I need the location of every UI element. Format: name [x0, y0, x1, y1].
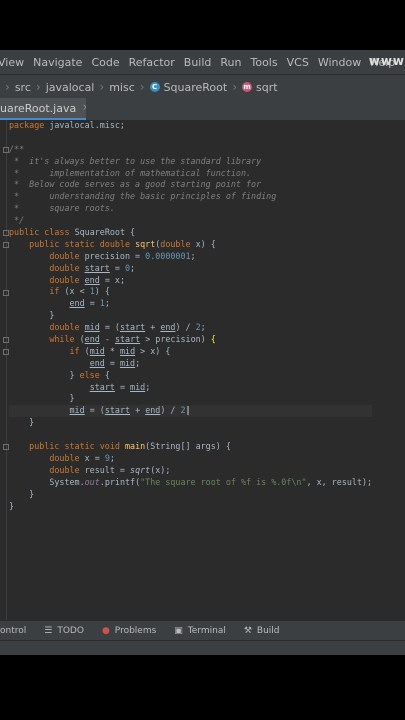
menu-run[interactable]: Run [220, 56, 241, 69]
status-bar [0, 640, 405, 655]
editor-tab-bar: uareRoot.java × [0, 98, 405, 121]
code-line: end = 1; [69, 298, 110, 309]
breadcrumb-misc[interactable]: misc [109, 81, 135, 94]
terminal-label: Terminal [187, 626, 226, 636]
code-editor[interactable]: package javalocal.misc; /** * it's alway… [0, 120, 405, 620]
code-line: * understanding the basic principles of … [9, 191, 277, 202]
terminal-tab[interactable]: ▣ Terminal [174, 626, 226, 636]
chevron-right-icon: › [5, 80, 10, 94]
code-line: if (x < 1) { [49, 286, 110, 297]
code-line: } else { [9, 369, 110, 380]
code-line: double start = 0; [49, 262, 136, 273]
code-line: * implementation of mathematical functio… [9, 167, 252, 178]
code-line: * it's always better to use the standard… [9, 155, 262, 166]
todo-tab[interactable]: ☰ TODO [44, 626, 84, 636]
code-line: /** [9, 143, 25, 154]
menu-bar: View Navigate Code Refactor Build Run To… [0, 50, 405, 74]
code-line: end = mid; [89, 357, 141, 368]
code-line: double result = sqrt(x); [49, 464, 171, 475]
code-line: } [9, 488, 35, 499]
code-line: if (mid * mid > x) { [69, 345, 171, 356]
problems-label: Problems [114, 626, 157, 636]
code-line: } [9, 393, 75, 404]
code-line: double x = 9; [49, 452, 115, 463]
code-line: } [9, 500, 15, 511]
version-control-label: ontrol [0, 626, 27, 636]
gutter [6, 120, 7, 620]
menu-navigate[interactable]: Navigate [33, 56, 82, 69]
breadcrumb-javalocal[interactable]: javalocal [46, 81, 95, 94]
method-icon: m [242, 82, 253, 92]
code-line: * square roots. [9, 203, 115, 214]
code-lines: package javalocal.misc; /** * it's alway… [9, 120, 373, 512]
tab-label: uareRoot.java [0, 101, 77, 115]
breadcrumb-sqrt[interactable]: sqrt [256, 81, 278, 94]
code-line: public static void main(String[] args) { [29, 441, 231, 452]
code-line: package javalocal.misc; [9, 120, 125, 130]
code-line-current: mid = (start + end) / 2| [9, 405, 373, 418]
build-tab[interactable]: ⚒ Build [244, 626, 280, 636]
menu-view[interactable]: View [0, 56, 24, 69]
code-line: public static double sqrt(double x) { [29, 238, 216, 249]
list-icon: ☰ [44, 626, 53, 636]
error-icon: ● [101, 626, 110, 636]
code-line: */ [9, 215, 25, 226]
chevron-right-icon: › [139, 80, 145, 94]
problems-tab[interactable]: ● Problems [102, 626, 156, 636]
code-line: double mid = (start + end) / 2; [49, 322, 206, 333]
menu-vcs[interactable]: VCS [287, 56, 309, 69]
menu-build[interactable]: Build [184, 56, 212, 69]
code-line: } [9, 310, 55, 321]
chevron-right-icon: › [99, 80, 105, 94]
tab-squareroot-java[interactable]: uareRoot.java × [0, 98, 86, 120]
code-line: System.out.printf("The square root of %f… [9, 476, 373, 487]
menu-window[interactable]: Window [318, 56, 361, 69]
tool-window-bar: ontrol ☰ TODO ● Problems ▣ Terminal ⚒ Build [0, 620, 405, 641]
code-line: double end = x; [49, 274, 125, 285]
code-line: * Below code serves as a good starting p… [9, 179, 262, 190]
code-line: public class SquareRoot { [9, 227, 136, 238]
version-control-tab[interactable]: ontrol [0, 626, 26, 636]
build-label: Build [256, 626, 280, 636]
menu-refactor[interactable]: Refactor [129, 56, 175, 69]
class-icon: C [149, 82, 160, 92]
menu-code[interactable]: Code [91, 56, 119, 69]
code-line: } [9, 417, 35, 428]
terminal-icon: ▣ [174, 626, 183, 636]
breadcrumb: › src › javalocal › misc › C SquareRoot … [0, 74, 405, 99]
code-line: start = mid; [89, 381, 151, 392]
breadcrumb-src[interactable]: src [15, 81, 31, 94]
todo-label: TODO [57, 626, 84, 636]
code-line: while (end - start > precision) { [49, 334, 216, 345]
chevron-right-icon: › [232, 80, 238, 94]
breadcrumb-squareroot[interactable]: SquareRoot [164, 81, 228, 94]
hammer-icon: ⚒ [243, 626, 252, 636]
watermark-logo: www [368, 54, 405, 68]
code-line: double precision = 0.0000001; [49, 250, 196, 261]
chevron-right-icon: › [35, 80, 41, 94]
package-name: javalocal.misc; [49, 120, 125, 130]
close-icon[interactable]: × [82, 103, 86, 113]
menu-tools[interactable]: Tools [251, 56, 278, 69]
